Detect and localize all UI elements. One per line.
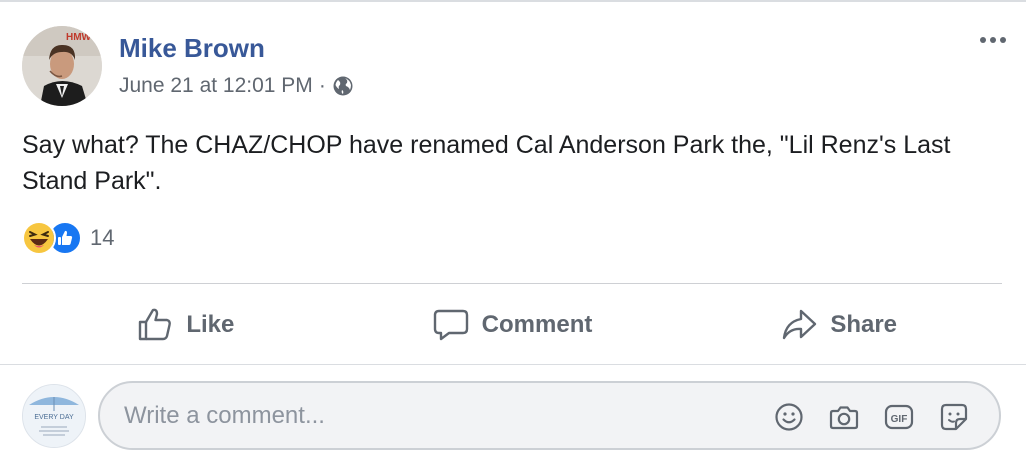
author-avatar[interactable]: HMW	[22, 26, 102, 106]
emoji-icon[interactable]	[773, 401, 805, 433]
svg-text:EVERY DAY: EVERY DAY	[34, 414, 74, 421]
svg-text:GIF: GIF	[891, 414, 908, 425]
more-dot	[990, 37, 996, 43]
divider	[22, 283, 1002, 284]
top-border	[0, 0, 1026, 2]
reactions-summary[interactable]: 14	[22, 220, 114, 256]
speech-bubble-icon	[433, 309, 468, 341]
gif-icon[interactable]: GIF	[883, 401, 915, 433]
comment-composer: GIF	[98, 381, 1001, 450]
reaction-count: 14	[90, 225, 115, 250]
post-meta: June 21 at 12:01 PM ·	[119, 72, 354, 100]
comment-button[interactable]: Comment	[349, 288, 676, 362]
current-user-avatar[interactable]: EVERY DAY	[22, 384, 86, 448]
share-arrow-icon	[783, 309, 817, 340]
divider	[0, 364, 1026, 365]
post-text: Say what? The CHAZ/CHOP have renamed Cal…	[22, 131, 951, 195]
share-label: Share	[830, 311, 898, 338]
haha-icon	[22, 221, 56, 255]
meta-separator: ·	[318, 74, 326, 97]
sticker-icon[interactable]	[938, 401, 970, 433]
post-timestamp[interactable]: June 21 at 12:01 PM	[119, 72, 313, 100]
more-dot	[1000, 37, 1006, 43]
svg-text:HMW: HMW	[66, 32, 92, 43]
comment-input[interactable]	[124, 383, 724, 448]
current-user-avatar-image: EVERY DAY	[23, 385, 85, 447]
thumbs-up-icon	[139, 308, 172, 341]
camera-icon[interactable]	[828, 401, 860, 433]
like-button[interactable]: Like	[22, 288, 349, 362]
more-options-button[interactable]	[973, 28, 1013, 52]
comment-label: Comment	[481, 311, 593, 338]
share-button[interactable]: Share	[675, 288, 1002, 362]
globe-icon[interactable]	[332, 75, 354, 97]
like-label: Like	[186, 311, 235, 338]
author-name[interactable]: Mike Brown	[119, 33, 265, 63]
more-dot	[980, 37, 986, 43]
post-actions: Like Comment Share	[22, 288, 1002, 362]
author-avatar-image: HMW	[22, 26, 102, 106]
